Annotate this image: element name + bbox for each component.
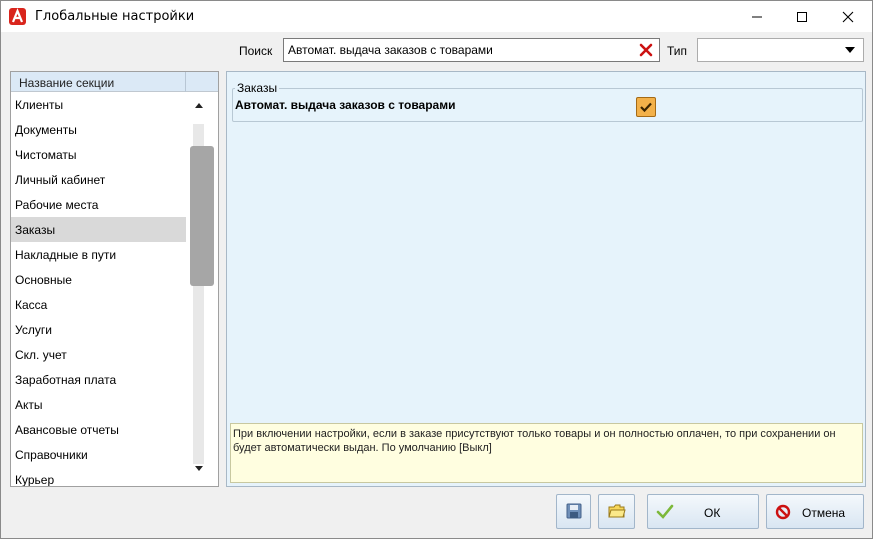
list-item[interactable]: Скл. учет — [11, 342, 186, 367]
section-list-scrollbar[interactable] — [189, 94, 214, 484]
list-item[interactable]: Клиенты — [11, 92, 186, 117]
checkmark-icon — [640, 102, 652, 113]
list-item-selected[interactable]: Заказы — [11, 217, 186, 242]
type-dropdown[interactable] — [697, 38, 864, 62]
list-item-label: Накладные в пути — [15, 248, 117, 262]
list-item-label: Касса — [15, 298, 48, 312]
list-item-label: Заказы — [15, 223, 56, 237]
list-item-label: Чистоматы — [15, 148, 77, 162]
list-item-label: Справочники — [15, 448, 88, 462]
close-icon — [842, 11, 854, 22]
setting-label: Автомат. выдача заказов с товарами — [235, 98, 456, 112]
section-list: Название секции Клиенты Документы Чистом… — [10, 71, 219, 487]
settings-panel: Заказы Автомат. выдача заказов с товарам… — [226, 71, 866, 487]
list-item-label: Скл. учет — [15, 348, 67, 362]
list-item-label: Личный кабинет — [15, 173, 106, 187]
scroll-down-icon[interactable] — [195, 466, 203, 471]
app-logo-icon — [9, 8, 26, 25]
clear-search-icon[interactable] — [639, 42, 653, 58]
list-item[interactable]: Акты — [11, 392, 186, 417]
auto-issue-checkbox[interactable] — [636, 97, 656, 117]
folder-icon — [608, 504, 626, 518]
search-input-value: Автомат. выдача заказов с товарами — [288, 43, 493, 57]
list-item-label: Услуги — [15, 323, 52, 337]
list-item-label: Авансовые отчеты — [15, 423, 119, 437]
setting-hint-box: При включении настройки, если в заказе п… — [230, 423, 863, 483]
cancel-icon — [775, 504, 791, 520]
chevron-down-icon — [845, 47, 855, 53]
search-label: Поиск — [239, 44, 273, 58]
list-item[interactable]: Личный кабинет — [11, 167, 186, 192]
list-item-label: Клиенты — [15, 98, 64, 112]
scrollbar-thumb[interactable] — [190, 146, 214, 286]
checkmark-icon — [656, 504, 674, 519]
title-bar: Глобальные настройки — [1, 1, 872, 32]
save-icon — [566, 503, 582, 519]
maximize-icon — [797, 11, 807, 22]
ok-button-label: ОК — [704, 506, 721, 520]
list-item-label: Документы — [15, 123, 77, 137]
list-item[interactable]: Касса — [11, 292, 186, 317]
list-item[interactable]: Заработная плата — [11, 367, 186, 392]
settings-window: Глобальные настройки Поиск Автомат. выда… — [0, 0, 873, 539]
open-folder-button[interactable] — [598, 494, 635, 529]
list-item[interactable]: Рабочие места — [11, 192, 186, 217]
save-button[interactable] — [556, 494, 591, 529]
list-item[interactable]: Основные — [11, 267, 186, 292]
list-item[interactable]: Авансовые отчеты — [11, 417, 186, 442]
column-divider — [185, 72, 186, 92]
list-item[interactable]: Услуги — [11, 317, 186, 342]
maximize-button[interactable] — [779, 1, 825, 32]
list-item-label: Акты — [15, 398, 43, 412]
ok-button[interactable]: ОК — [647, 494, 759, 529]
list-item[interactable]: Чистоматы — [11, 142, 186, 167]
group-title: Заказы — [235, 81, 280, 95]
search-input[interactable]: Автомат. выдача заказов с товарами — [283, 38, 660, 62]
list-item[interactable]: Справочники — [11, 442, 186, 467]
list-item-label: Заработная плата — [15, 373, 117, 387]
setting-hint-text: При включении настройки, если в заказе п… — [233, 428, 836, 454]
minimize-icon — [752, 16, 762, 17]
section-list-header[interactable]: Название секции — [11, 72, 218, 92]
cancel-button[interactable]: Отмена — [766, 494, 864, 529]
section-column-header: Название секции — [19, 76, 115, 90]
list-item[interactable]: Курьер — [11, 467, 186, 487]
list-item[interactable]: Накладные в пути — [11, 242, 186, 267]
window-title: Глобальные настройки — [35, 9, 195, 24]
list-item-label: Рабочие места — [15, 198, 99, 212]
scroll-up-icon[interactable] — [195, 103, 203, 108]
type-label: Тип — [667, 44, 688, 58]
cancel-button-label: Отмена — [802, 506, 846, 520]
list-item-label: Курьер — [15, 473, 55, 487]
list-item-label: Основные — [15, 273, 72, 287]
minimize-button[interactable] — [734, 1, 780, 32]
list-item[interactable]: Документы — [11, 117, 186, 142]
close-button[interactable] — [825, 1, 871, 32]
